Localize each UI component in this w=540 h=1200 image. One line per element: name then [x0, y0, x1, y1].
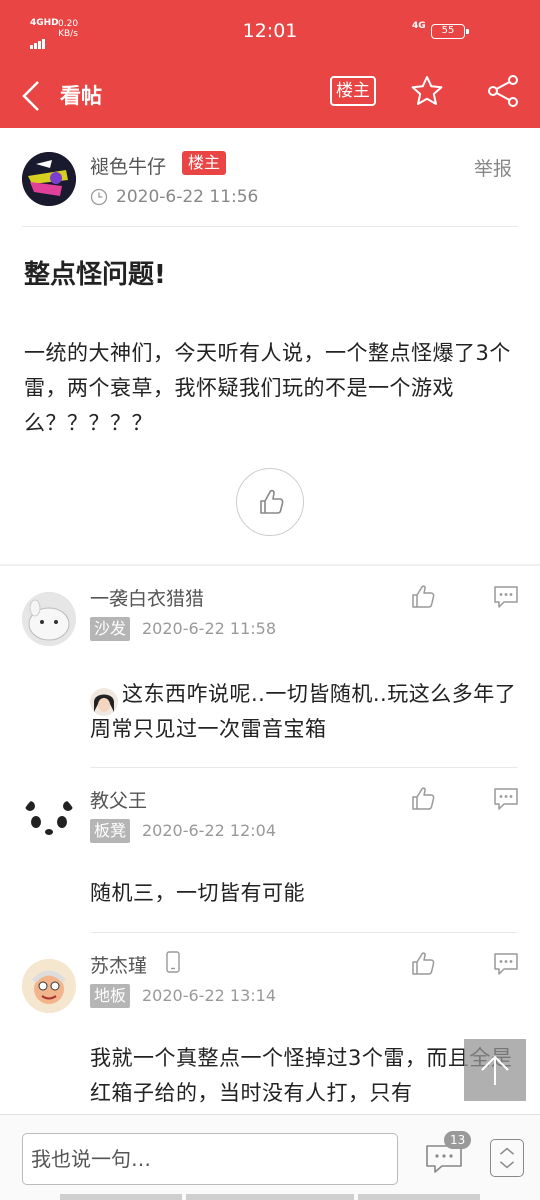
nav-indicator: [186, 1194, 354, 1200]
reply-content: 这东西咋说呢..一切皆随机..玩这么多年了周常只见过一次雷音宝箱: [90, 682, 517, 741]
comment-count-badge: 13: [444, 1131, 472, 1149]
reply-author[interactable]: 一袭白衣猎猎: [90, 584, 204, 611]
author-badge: 楼主: [182, 151, 227, 175]
divider: [90, 932, 518, 933]
comment-icon[interactable]: [492, 786, 520, 812]
comment-icon[interactable]: [492, 951, 520, 977]
clock-icon: [90, 188, 108, 206]
clock-time: 12:01: [242, 20, 298, 42]
reply-time: 2020-6-22 11:58: [142, 619, 276, 638]
scroll-to-top-button[interactable]: [464, 1039, 526, 1101]
section-gap: [0, 564, 540, 566]
battery-icon: 55: [431, 24, 469, 39]
floor-badge: 板凳: [90, 819, 131, 843]
post-title: 整点怪问题!: [24, 260, 166, 290]
author-name[interactable]: 褪色牛仔: [90, 152, 166, 179]
reply-avatar[interactable]: [22, 592, 76, 646]
page-title: 看帖: [60, 84, 102, 108]
reply-time: 2020-6-22 12:04: [142, 821, 276, 840]
cell-signal-icon: 4G: [412, 21, 426, 31]
thumbs-up-icon: [260, 489, 284, 514]
reply-input[interactable]: 我也说一句…: [22, 1133, 398, 1185]
thumbs-up-icon[interactable]: [410, 584, 436, 610]
post-body: 一统的大神们，今天听有人说，一个整点怪爆了3个雷，两个衰草，我怀疑我们玩的不是一…: [24, 341, 511, 435]
report-link[interactable]: 举报: [474, 154, 512, 181]
page-jump-icon[interactable]: [490, 1139, 524, 1177]
owner-only-button[interactable]: 楼主: [330, 76, 376, 106]
thumbs-up-icon[interactable]: [410, 951, 436, 977]
bottom-bar: 我也说一句… 13: [0, 1114, 540, 1200]
status-bar: 4GHD 0.20 KB/s 12:01 4G 55: [0, 0, 540, 64]
top-bar: 看帖 楼主: [0, 64, 540, 128]
divider: [90, 767, 518, 768]
reply-author[interactable]: 教父王: [90, 786, 147, 813]
signal-bars-icon: [30, 30, 46, 49]
reply-content: 我就一个真整点一个怪掉过3个雷，而且全是红箱子给的，当时没有人打，只有: [90, 1046, 513, 1105]
mobile-phone-icon: [166, 951, 180, 973]
back-arrow-icon[interactable]: [18, 76, 48, 116]
author-avatar[interactable]: [22, 152, 76, 206]
share-icon[interactable]: [486, 74, 520, 108]
star-icon[interactable]: [410, 74, 444, 108]
like-button[interactable]: [236, 468, 304, 536]
divider: [22, 226, 518, 227]
reply-content: 随机三，一切皆有可能: [90, 881, 305, 905]
reply-time: 2020-6-22 13:14: [142, 986, 276, 1005]
reply-avatar[interactable]: [22, 794, 76, 848]
reply-avatar[interactable]: [22, 959, 76, 1013]
floor-badge: 地板: [90, 984, 131, 1008]
nav-indicator: [60, 1194, 182, 1200]
floor-badge: 沙发: [90, 617, 131, 641]
network-type: 4GHD: [30, 18, 59, 28]
post-time: 2020-6-22 11:56: [116, 187, 259, 207]
reply-author[interactable]: 苏杰瑾: [90, 951, 147, 978]
comment-icon[interactable]: [492, 584, 520, 610]
nav-indicator: [358, 1194, 480, 1200]
thumbs-up-icon[interactable]: [410, 786, 436, 812]
network-speed: 0.20 KB/s: [58, 19, 79, 39]
arrow-up-icon: [481, 1055, 509, 1085]
